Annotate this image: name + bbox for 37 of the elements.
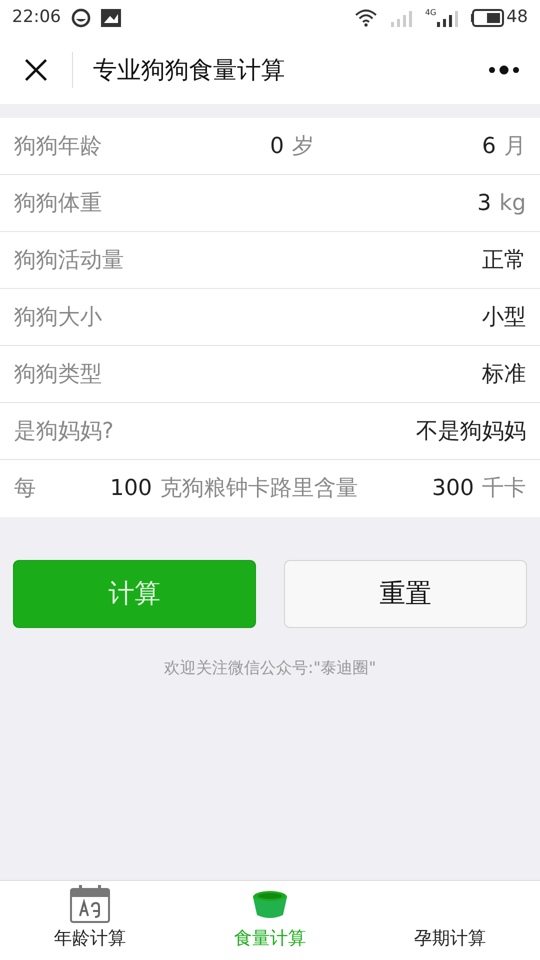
reset-button[interactable]: 重置 [284,560,527,628]
page-title: 专业狗狗食量计算 [93,55,286,86]
unit-label: 岁 [292,132,314,160]
unit-label: 克狗粮钟卡路里含量 [160,475,358,503]
field-value[interactable]: 小型 [482,300,526,334]
image-icon [101,9,121,27]
field-label: 是狗妈妈? [14,418,114,446]
field-label: 每 [14,475,36,503]
footer-note: 欢迎关注微信公众号:"泰迪圈" [164,657,376,679]
unit-label: kg [499,190,526,218]
field-value[interactable]: 3 [477,186,492,220]
battery-icon [470,9,504,27]
network-type: 4G [425,9,436,17]
field-value[interactable]: 100 [110,472,152,505]
field-value[interactable]: 6 [482,130,496,162]
unit-label: 千卡 [482,475,526,503]
field-value[interactable]: 300 [432,472,474,505]
face-icon [71,8,91,28]
field-label: 狗狗年龄 [14,132,102,160]
signal-icon [436,9,460,27]
wifi-icon [355,9,378,27]
field-label: 狗狗大小 [14,304,102,332]
unit-label: 月 [504,132,526,160]
field-value[interactable]: 正常 [482,244,526,276]
tab-item[interactable]: 孕期计算 [360,881,540,960]
field-label: 狗狗体重 [14,190,102,218]
field-value[interactable]: 不是狗妈妈 [416,414,526,448]
field-label: 狗狗活动量 [14,246,124,274]
calendar-icon [70,885,110,923]
close-icon [24,58,48,82]
tab-item[interactable]: 年龄计算 [0,881,180,960]
field-value[interactable]: 0 [270,130,284,162]
status-time: 22:06 [12,6,61,30]
field-label: 狗狗类型 [14,360,102,388]
more-icon [488,65,520,75]
battery-level: 48 [506,6,528,30]
field-value[interactable]: 标准 [482,358,526,390]
